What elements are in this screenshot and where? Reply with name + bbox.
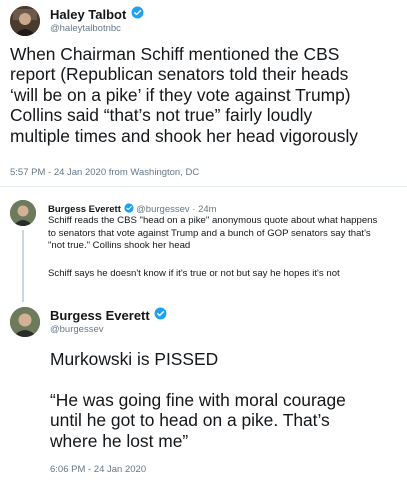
- author-handle[interactable]: @haleytalbotnbc: [50, 23, 121, 34]
- avatar-image: [10, 307, 40, 337]
- tweet2-text-2: Schiff says he doesn't know if it's true…: [48, 268, 340, 279]
- avatar-haley-talbot[interactable]: [10, 6, 40, 36]
- tweet3-text: Murkowski is PISSED: [50, 349, 219, 369]
- avatar-burgess-everett[interactable]: [10, 200, 36, 226]
- avatar-image: [10, 200, 36, 226]
- author-name[interactable]: Haley Talbot: [50, 7, 126, 22]
- avatar-image: [10, 6, 40, 36]
- verified-badge-icon: [154, 307, 167, 325]
- author-handle[interactable]: @burgessev: [136, 204, 189, 215]
- avatar-burgess-everett[interactable]: [10, 307, 40, 337]
- divider: [0, 186, 407, 187]
- author-handle[interactable]: @burgessev: [50, 324, 103, 335]
- author-name[interactable]: Burgess Everett: [48, 204, 121, 215]
- tweet2-text: Schiff reads the CBS "head on a pike" an…: [48, 215, 378, 252]
- verified-badge-icon: [131, 6, 144, 24]
- tweet3-timestamp[interactable]: 6:06 PM - 24 Jan 2020: [50, 464, 146, 475]
- thread-connector: [22, 230, 24, 302]
- tweet3-quote: “He was going fine with moral courage un…: [50, 390, 346, 451]
- author-name[interactable]: Burgess Everett: [50, 308, 150, 323]
- tweet2-relative-time[interactable]: · 24m: [192, 204, 216, 215]
- tweet1-text: When Chairman Schiff mentioned the CBS r…: [10, 44, 358, 146]
- tweet1-author: Haley Talbot: [50, 6, 144, 24]
- tweet1-timestamp[interactable]: 5:57 PM - 24 Jan 2020 from Washington, D…: [10, 167, 199, 178]
- tweet3-author: Burgess Everett: [50, 307, 167, 325]
